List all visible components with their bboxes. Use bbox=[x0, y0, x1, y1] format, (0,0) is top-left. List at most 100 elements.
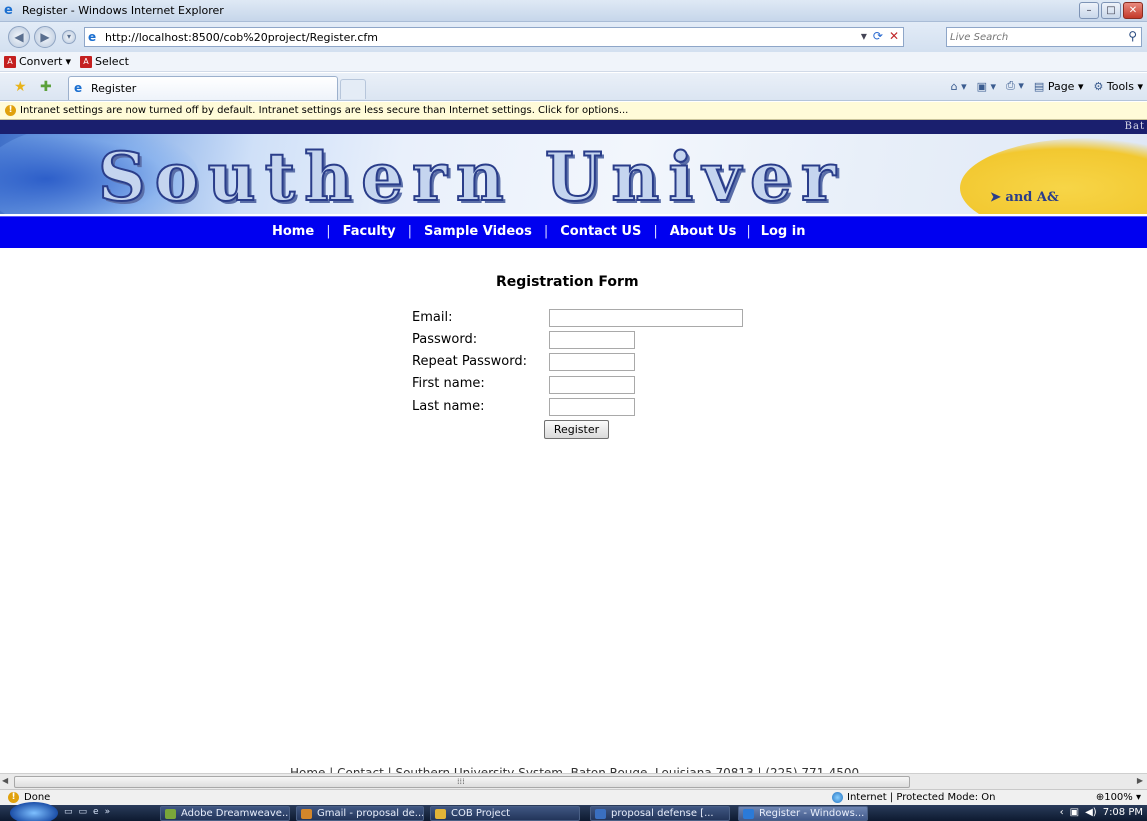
address-toolbar: ◀ ▶ ▾ e http://localhost:8500/cob%20proj… bbox=[0, 22, 1147, 52]
security-zone[interactable]: Internet | Protected Mode: On bbox=[832, 792, 995, 803]
convert-label: Convert bbox=[19, 55, 63, 68]
address-dropdown-icon[interactable]: ▾ bbox=[861, 29, 867, 43]
first-name-field[interactable] bbox=[549, 376, 635, 394]
nav-separator: | bbox=[543, 224, 549, 239]
nav-sample-videos[interactable]: Sample Videos bbox=[424, 224, 532, 239]
address-tools: ▾ ⟳ ✕ bbox=[861, 29, 899, 43]
feeds-icon[interactable]: ▣ ▾ bbox=[977, 80, 996, 93]
infobar-message: Intranet settings are now turned off by … bbox=[20, 105, 629, 116]
last-name-field[interactable] bbox=[549, 398, 635, 416]
scroll-left-icon[interactable]: ◀ bbox=[2, 776, 8, 785]
banner-corner-text: Bat bbox=[1124, 121, 1145, 132]
taskbar-item-label: COB Project bbox=[451, 808, 511, 819]
maximize-button[interactable]: □ bbox=[1101, 2, 1121, 19]
taskbar-item[interactable]: proposal defense [... bbox=[590, 806, 730, 821]
status-warning-icon: ! bbox=[8, 792, 19, 803]
form-title: Registration Form bbox=[496, 274, 639, 290]
search-input[interactable] bbox=[950, 29, 1110, 45]
tab-label: Register bbox=[91, 82, 137, 95]
forward-button[interactable]: ▶ bbox=[34, 26, 56, 48]
start-button[interactable] bbox=[10, 802, 58, 821]
banner-subtitle-arrow-icon: ➤ bbox=[990, 190, 1006, 205]
page-menu[interactable]: ▤ Page ▾ bbox=[1034, 80, 1084, 93]
page-icon-small: ▤ bbox=[1033, 79, 1045, 93]
zoom-control[interactable]: ⊕100% ▾ bbox=[1096, 792, 1141, 803]
main-nav: Home | Faculty | Sample Videos | Contact… bbox=[0, 216, 1147, 248]
nav-faculty[interactable]: Faculty bbox=[343, 224, 396, 239]
address-bar[interactable]: e http://localhost:8500/cob%20project/Re… bbox=[84, 27, 904, 47]
add-favorites-icon[interactable]: ✚ bbox=[40, 79, 52, 95]
taskbar-item[interactable]: Register - Windows... bbox=[738, 806, 868, 821]
password-field[interactable] bbox=[549, 331, 635, 349]
window-controls: – □ ✕ bbox=[1079, 2, 1143, 19]
convert-pdf-icon: A bbox=[4, 55, 16, 68]
select-menu[interactable]: A Select bbox=[80, 55, 129, 68]
history-dropdown-button[interactable]: ▾ bbox=[62, 30, 76, 44]
volume-icon[interactable]: ◀) bbox=[1085, 807, 1097, 818]
banner-subtitle: ➤ and A& bbox=[990, 190, 1059, 205]
taskbar-item[interactable]: Gmail - proposal de... bbox=[296, 806, 424, 821]
nav-links: Home | Faculty | Sample Videos | Contact… bbox=[272, 224, 805, 239]
security-zone-text: Internet | Protected Mode: On bbox=[847, 792, 996, 803]
nav-separator: | bbox=[407, 224, 412, 239]
horizontal-scrollbar[interactable]: ◀ ⁞⁞⁞ ▶ bbox=[0, 773, 1147, 789]
scrollbar-thumb[interactable]: ⁞⁞⁞ bbox=[14, 776, 910, 788]
banner-top-strip: Bat bbox=[0, 120, 1147, 134]
folder-icon bbox=[435, 809, 446, 819]
nav-contact-us[interactable]: Contact US bbox=[560, 224, 641, 239]
show-desktop-icon[interactable]: ▭ bbox=[64, 807, 73, 817]
nav-separator: | bbox=[326, 224, 331, 239]
repeat-password-field[interactable] bbox=[549, 353, 635, 371]
nav-home[interactable]: Home bbox=[272, 224, 314, 239]
close-button[interactable]: ✕ bbox=[1123, 2, 1143, 19]
nav-log-in[interactable]: Log in bbox=[761, 224, 806, 239]
ie-quicklaunch-icon[interactable]: e bbox=[93, 807, 99, 817]
university-name: Southern Univer bbox=[97, 137, 845, 214]
taskbar-item-label: Gmail - proposal de... bbox=[317, 808, 424, 819]
select-pdf-icon: A bbox=[80, 55, 92, 68]
email-field[interactable] bbox=[549, 309, 743, 327]
scroll-right-icon[interactable]: ▶ bbox=[1137, 776, 1143, 785]
password-label: Password: bbox=[412, 332, 478, 347]
taskbar-item-label: proposal defense [... bbox=[611, 808, 714, 819]
address-url: http://localhost:8500/cob%20project/Regi… bbox=[105, 31, 378, 44]
print-icon[interactable]: ⎙ ▾ bbox=[1006, 79, 1024, 93]
tray-arrow-icon[interactable]: ‹ bbox=[1060, 807, 1064, 818]
home-icon[interactable]: ⌂ ▾ bbox=[951, 80, 967, 93]
favorites-star-icon[interactable]: ★ bbox=[14, 79, 27, 95]
page-menu-label: Page bbox=[1047, 79, 1075, 93]
word-icon bbox=[595, 809, 606, 819]
register-button[interactable]: Register bbox=[544, 420, 609, 439]
stop-icon[interactable]: ✕ bbox=[889, 29, 899, 43]
tab-bar: ★ ✚ e Register ⌂ ▾ ▣ ▾ ⎙ ▾ ▤ Page ▾ ⚙ To… bbox=[0, 73, 1147, 101]
tools-menu[interactable]: ⚙ Tools ▾ bbox=[1093, 80, 1143, 93]
system-tray: ‹ ▣ ◀) 7:08 PM bbox=[1060, 807, 1143, 818]
information-bar[interactable]: ! Intranet settings are now turned off b… bbox=[0, 102, 1147, 120]
new-tab-button[interactable] bbox=[340, 79, 366, 99]
nav-about-us[interactable]: About Us bbox=[670, 224, 737, 239]
more-quicklaunch-icon[interactable]: » bbox=[105, 807, 111, 817]
university-banner: Southern Univer ➤ and A& bbox=[0, 134, 1147, 214]
zoom-icon: ⊕ bbox=[1095, 792, 1105, 803]
taskbar-item[interactable]: COB Project bbox=[430, 806, 580, 821]
search-icon[interactable]: ⚲ bbox=[1128, 29, 1137, 43]
repeat-password-label: Repeat Password: bbox=[412, 354, 527, 369]
convert-toolbar: A Convert ▾ A Select bbox=[0, 52, 1147, 72]
gear-icon: ⚙ bbox=[1093, 79, 1104, 93]
window-title: Register - Windows Internet Explorer bbox=[22, 4, 224, 17]
network-icon[interactable]: ▣ bbox=[1070, 807, 1079, 818]
window-titlebar: e Register - Windows Internet Explorer –… bbox=[0, 0, 1147, 22]
quick-launch: ▭ ▭ e » bbox=[64, 807, 110, 817]
minimize-button[interactable]: – bbox=[1079, 2, 1099, 19]
back-button[interactable]: ◀ bbox=[8, 26, 30, 48]
taskbar-item[interactable]: Adobe Dreamweave... bbox=[160, 806, 290, 821]
search-box: ⚲ bbox=[946, 27, 1142, 47]
window-switch-icon[interactable]: ▭ bbox=[79, 807, 88, 817]
tab-register[interactable]: e Register bbox=[68, 76, 338, 100]
convert-menu[interactable]: A Convert ▾ bbox=[4, 55, 71, 68]
clock[interactable]: 7:08 PM bbox=[1103, 807, 1143, 818]
last-name-label: Last name: bbox=[412, 399, 485, 414]
nav-separator: | bbox=[653, 224, 658, 239]
dreamweaver-icon bbox=[165, 809, 176, 819]
refresh-icon[interactable]: ⟳ bbox=[873, 29, 883, 43]
